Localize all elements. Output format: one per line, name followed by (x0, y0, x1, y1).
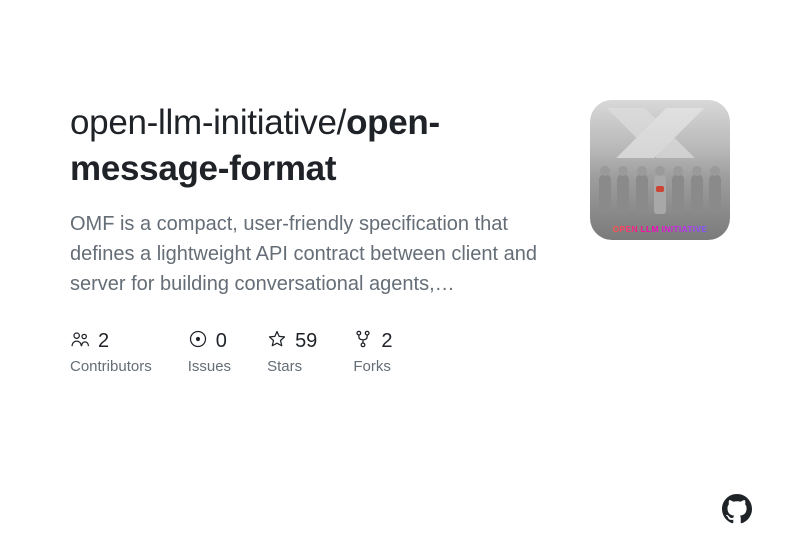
fork-icon (353, 329, 373, 354)
avatar-caption: OPEN LLM INITIATIVE (590, 224, 730, 234)
stat-contributors[interactable]: 2 Contributors (70, 329, 152, 375)
repo-title[interactable]: open-llm-initiative/open-message-format (70, 100, 564, 191)
stat-value: 59 (295, 330, 317, 353)
stat-label: Issues (188, 358, 231, 375)
repo-avatar[interactable]: OPEN LLM INITIATIVE (590, 100, 730, 240)
repo-content: open-llm-initiative/open-message-format … (70, 100, 564, 375)
stat-label: Stars (267, 358, 317, 375)
stat-label: Forks (353, 358, 392, 375)
stat-value: 2 (98, 330, 109, 353)
stat-forks[interactable]: 2 Forks (353, 329, 392, 375)
avatar-bg (590, 108, 730, 158)
github-logo-icon[interactable] (722, 494, 752, 524)
repo-card: open-llm-initiative/open-message-format … (0, 0, 800, 375)
repo-description: OMF is a compact, user-friendly specific… (70, 209, 564, 299)
repo-owner: open-llm-initiative (70, 103, 337, 142)
repo-stats: 2 Contributors 0 Issues 59 (70, 329, 564, 375)
stat-value: 0 (216, 330, 227, 353)
avatar-figures (590, 174, 730, 214)
star-icon (267, 329, 287, 354)
issue-icon (188, 329, 208, 354)
stat-value: 2 (381, 330, 392, 353)
people-icon (70, 329, 90, 354)
stat-stars[interactable]: 59 Stars (267, 329, 317, 375)
stat-label: Contributors (70, 358, 152, 375)
title-slash: / (337, 103, 346, 142)
stat-issues[interactable]: 0 Issues (188, 329, 231, 375)
